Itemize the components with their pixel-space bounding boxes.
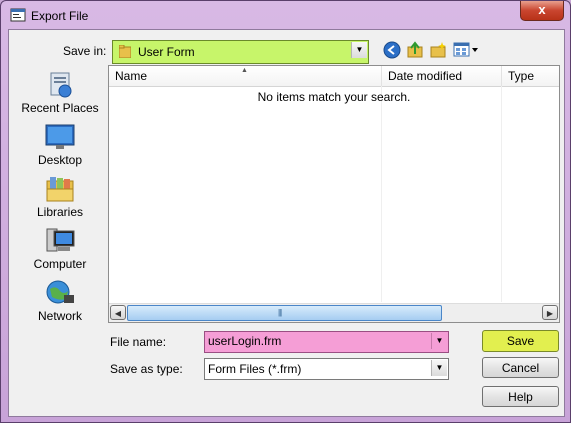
place-network[interactable]: Network — [16, 279, 104, 323]
libraries-icon — [46, 177, 74, 202]
save-in-label: Save in: — [63, 44, 107, 58]
column-divider — [381, 86, 382, 302]
window-title: Export File — [31, 9, 89, 23]
export-file-dialog: Export File x Save in: User Form ▼ Recen… — [0, 0, 571, 423]
save-as-type-combobox[interactable]: Form Files (*.frm) ▼ — [204, 358, 449, 380]
file-list-view[interactable]: Name ▲ Date modified Type No items match… — [108, 65, 560, 323]
place-desktop[interactable]: Desktop — [16, 123, 104, 167]
empty-message: No items match your search. — [257, 90, 411, 104]
dialog-body: Save in: User Form ▼ Recent Places Deskt… — [8, 29, 565, 417]
scroll-left-icon[interactable]: ◀ — [110, 305, 126, 320]
list-header: Name ▲ Date modified Type — [109, 66, 559, 87]
back-icon[interactable] — [383, 41, 401, 59]
scrollbar-thumb[interactable]: ||| — [127, 305, 442, 321]
column-header-type[interactable]: Type — [502, 66, 559, 86]
save-button[interactable]: Save — [482, 330, 559, 352]
place-label: Network — [37, 309, 82, 323]
new-folder-icon[interactable] — [429, 41, 447, 59]
app-icon — [10, 8, 26, 22]
desktop-icon — [45, 124, 75, 149]
place-label: Desktop — [37, 153, 83, 167]
help-button[interactable]: Help — [482, 386, 559, 407]
place-libraries[interactable]: Libraries — [16, 175, 104, 219]
save-as-type-value: Form Files (*.frm) — [208, 362, 302, 376]
grip-icon: ||| — [278, 308, 282, 317]
chevron-down-icon[interactable]: ▼ — [431, 333, 447, 349]
places-bar: Recent Places Desktop Libraries Computer… — [16, 65, 104, 325]
place-computer[interactable]: Computer — [16, 227, 104, 271]
column-header-date-modified[interactable]: Date modified — [382, 66, 502, 86]
close-button[interactable]: x — [520, 1, 564, 21]
save-in-value: User Form — [138, 45, 195, 59]
horizontal-scrollbar[interactable]: ◀ ||| ▶ — [109, 303, 559, 322]
title-bar[interactable]: Export File x — [1, 1, 570, 29]
place-label: Computer — [33, 257, 87, 271]
cancel-button[interactable]: Cancel — [482, 357, 559, 378]
column-divider — [501, 86, 502, 302]
place-label: Recent Places — [21, 101, 99, 115]
view-menu-icon[interactable] — [453, 41, 479, 59]
chevron-down-icon[interactable]: ▼ — [431, 360, 447, 376]
up-folder-icon[interactable] — [406, 41, 424, 59]
place-label: Libraries — [36, 205, 84, 219]
close-icon: x — [538, 2, 546, 17]
place-recent-places[interactable]: Recent Places — [16, 71, 104, 115]
sort-ascending-icon: ▲ — [241, 67, 248, 74]
recent-places-icon — [50, 72, 72, 98]
save-as-type-label: Save as type: — [110, 362, 183, 376]
scroll-right-icon[interactable]: ▶ — [542, 305, 558, 320]
file-name-label: File name: — [110, 335, 167, 349]
save-in-combobox[interactable]: User Form ▼ — [112, 40, 369, 64]
computer-icon — [46, 228, 75, 252]
folder-icon — [119, 45, 131, 58]
file-name-value[interactable]: userLogin.frm — [208, 334, 281, 348]
chevron-down-icon[interactable]: ▼ — [351, 42, 367, 58]
network-icon — [46, 280, 74, 304]
file-name-combobox[interactable]: userLogin.frm ▼ — [204, 331, 449, 353]
